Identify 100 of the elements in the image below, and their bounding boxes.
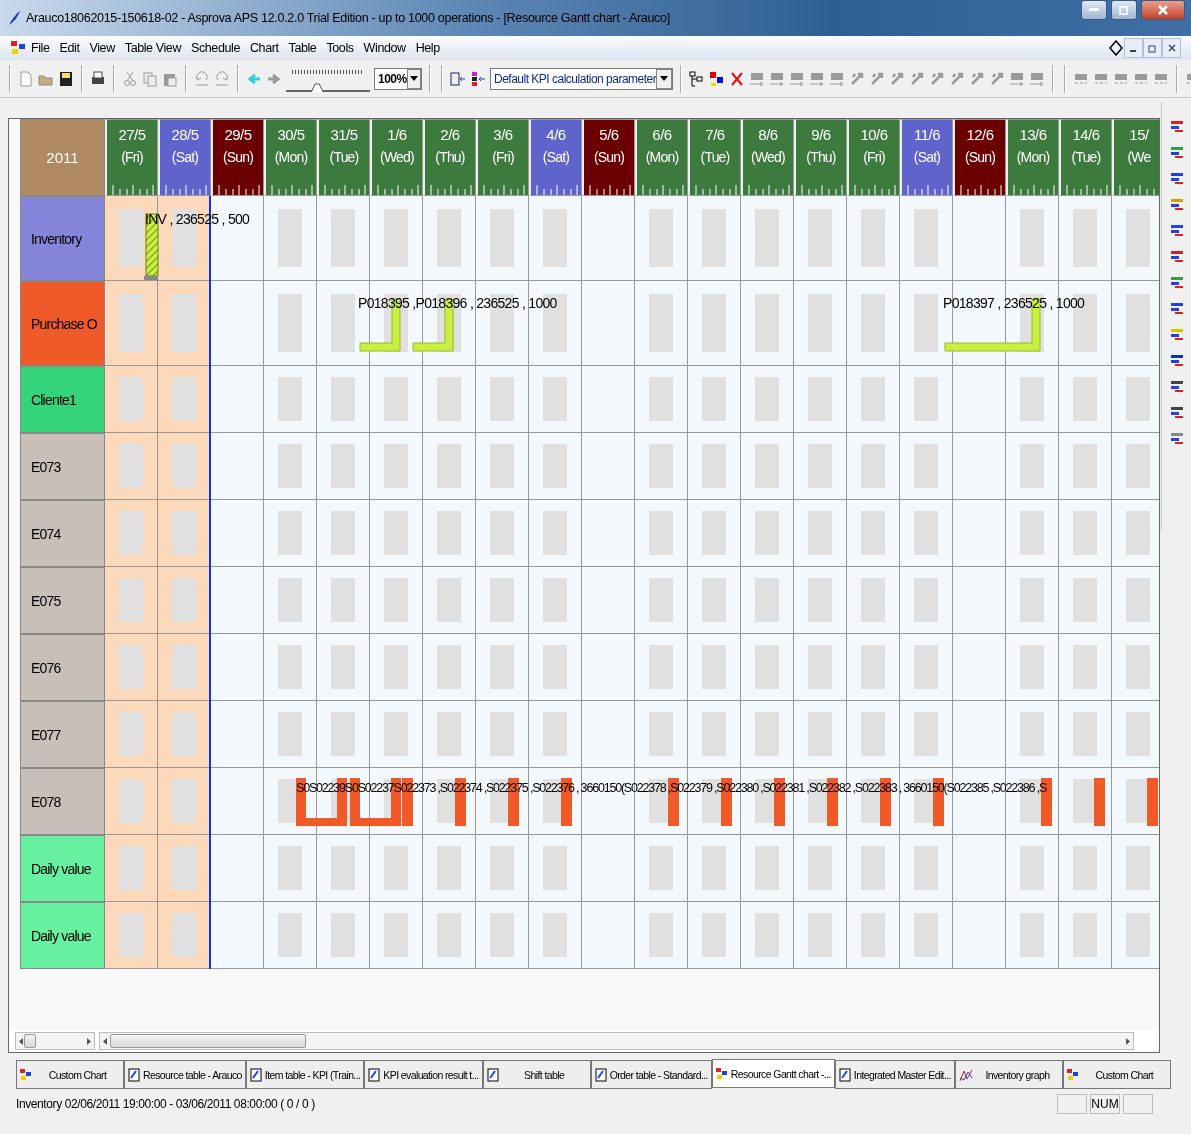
- off-shift-block: [331, 644, 355, 690]
- save-icon[interactable]: [58, 70, 74, 87]
- off-shift-block: [755, 845, 779, 891]
- resource-name[interactable]: Daily value: [20, 902, 105, 969]
- chart-tool-icon[interactable]: [1168, 196, 1185, 212]
- menu-item[interactable]: Table: [283, 41, 322, 55]
- chart-tool-icon[interactable]: [1168, 326, 1185, 342]
- chart-tool-icon[interactable]: [1168, 430, 1185, 446]
- off-shift-block: [861, 711, 885, 757]
- off-shift-block: [384, 845, 408, 891]
- scrollbar[interactable]: [99, 1032, 1134, 1050]
- minimize-button[interactable]: [1124, 38, 1143, 58]
- off-shift-block: [755, 711, 779, 757]
- scroll-right-icon[interactable]: [1126, 1037, 1130, 1045]
- off-shift-block: [1126, 644, 1150, 690]
- color-squares-icon[interactable]: [709, 70, 726, 87]
- chart-tool-icon[interactable]: [1168, 118, 1185, 134]
- scroll-thumb[interactable]: [24, 1034, 36, 1048]
- off-shift-block: [649, 912, 673, 958]
- off-shift-block: [543, 711, 567, 757]
- menu-item[interactable]: View: [84, 41, 120, 55]
- chart-tool-icon[interactable]: [1168, 248, 1185, 264]
- close-button[interactable]: [1162, 38, 1181, 58]
- scroll-left-icon[interactable]: [103, 1037, 107, 1045]
- window-tab[interactable]: Shift table: [482, 1060, 591, 1089]
- restore-icon: [1119, 5, 1129, 15]
- menu-item[interactable]: Window: [358, 41, 411, 55]
- menu-item[interactable]: File: [26, 41, 55, 55]
- off-shift-block: [861, 209, 885, 267]
- chart-tool-icon[interactable]: [1168, 352, 1185, 368]
- print-icon[interactable]: [90, 70, 106, 87]
- menu-item[interactable]: Edit: [54, 41, 85, 55]
- off-shift-block: [702, 845, 726, 891]
- chart-tool-icon[interactable]: [1168, 222, 1185, 238]
- resource-name[interactable]: E073: [20, 433, 105, 500]
- document-icon: [368, 1067, 381, 1082]
- resource-name[interactable]: Cliente1: [20, 366, 105, 433]
- off-shift-block: [914, 644, 938, 690]
- off-shift-block: [808, 294, 832, 352]
- menu-item[interactable]: Tools: [321, 41, 359, 55]
- off-shift-block: [861, 845, 885, 891]
- scrollbar[interactable]: [15, 1032, 95, 1050]
- off-shift-block: [437, 912, 461, 958]
- menu-item[interactable]: Schedule: [186, 41, 245, 55]
- resource-name[interactable]: Daily value: [20, 835, 105, 902]
- window-tab[interactable]: Resource table - Arauco: [124, 1060, 246, 1089]
- feather-icon: [6, 10, 22, 26]
- kpi-parameter-dropdown[interactable]: Default KPI calculation parameter: [490, 67, 674, 90]
- colored-blocks-icon[interactable]: [470, 70, 486, 87]
- resource-name[interactable]: E074: [20, 500, 105, 567]
- off-shift-block: [172, 294, 196, 352]
- off-shift-block: [1073, 778, 1097, 824]
- off-shift-block: [1073, 510, 1097, 556]
- scroll-right-icon[interactable]: [87, 1037, 91, 1045]
- off-shift-block: [172, 443, 196, 489]
- chart-tool-icon[interactable]: [1168, 300, 1185, 316]
- scroll-thumb[interactable]: [110, 1034, 306, 1048]
- window-tab[interactable]: Resource Gantt chart -...: [711, 1059, 835, 1088]
- window-tab[interactable]: Inventory graph: [954, 1060, 1063, 1089]
- window-tab[interactable]: Item table - KPI (Train...: [245, 1060, 365, 1089]
- resource-name[interactable]: E078: [20, 768, 105, 835]
- menu-item[interactable]: Table View: [119, 41, 186, 55]
- off-shift-block: [437, 711, 461, 757]
- menu-item[interactable]: Help: [410, 41, 445, 55]
- menu-item[interactable]: Chart: [244, 41, 284, 55]
- resource-name[interactable]: Purchase O: [20, 281, 105, 366]
- resource-name[interactable]: E075: [20, 567, 105, 634]
- tree-icon[interactable]: [689, 70, 706, 87]
- delete-icon[interactable]: [729, 70, 746, 87]
- window-tab[interactable]: Order table - Standard...: [590, 1060, 712, 1089]
- restore-button[interactable]: [1111, 0, 1137, 20]
- chart-tool-icon[interactable]: [1168, 378, 1185, 394]
- off-shift-block: [1126, 711, 1150, 757]
- off-shift-block: [331, 510, 355, 556]
- off-shift-block: [649, 209, 673, 267]
- window-tab[interactable]: Custom Chart: [16, 1060, 124, 1089]
- off-shift-block: [119, 294, 143, 352]
- resource-name[interactable]: E076: [20, 634, 105, 701]
- list-arrow-icon[interactable]: [450, 70, 466, 87]
- document-icon: [128, 1067, 140, 1082]
- window-tab[interactable]: Integrated Master Edit...: [834, 1060, 955, 1089]
- window-tab[interactable]: Custom Chart: [1062, 1060, 1171, 1089]
- close-button[interactable]: [1141, 0, 1185, 20]
- resource-name[interactable]: E077: [20, 701, 105, 768]
- zoom-dropdown[interactable]: 100%: [374, 67, 422, 90]
- chart-tool-icon[interactable]: [1168, 170, 1185, 186]
- off-shift-block: [649, 376, 673, 422]
- minimize-button[interactable]: [1081, 0, 1107, 20]
- off-shift-block: [649, 294, 673, 352]
- off-shift-block: [702, 644, 726, 690]
- resource-name[interactable]: Inventory: [20, 196, 105, 281]
- chart-tool-icon[interactable]: [1168, 274, 1185, 290]
- window-tab[interactable]: KPI evaluation result t...: [364, 1060, 483, 1089]
- off-shift-block: [649, 577, 673, 623]
- diamond-icon[interactable]: [1108, 40, 1124, 56]
- chart-tool-icon[interactable]: [1168, 404, 1185, 420]
- chart-tool-icon[interactable]: [1168, 144, 1185, 160]
- off-shift-block: [384, 577, 408, 623]
- off-shift-block: [437, 510, 461, 556]
- off-shift-block: [543, 510, 567, 556]
